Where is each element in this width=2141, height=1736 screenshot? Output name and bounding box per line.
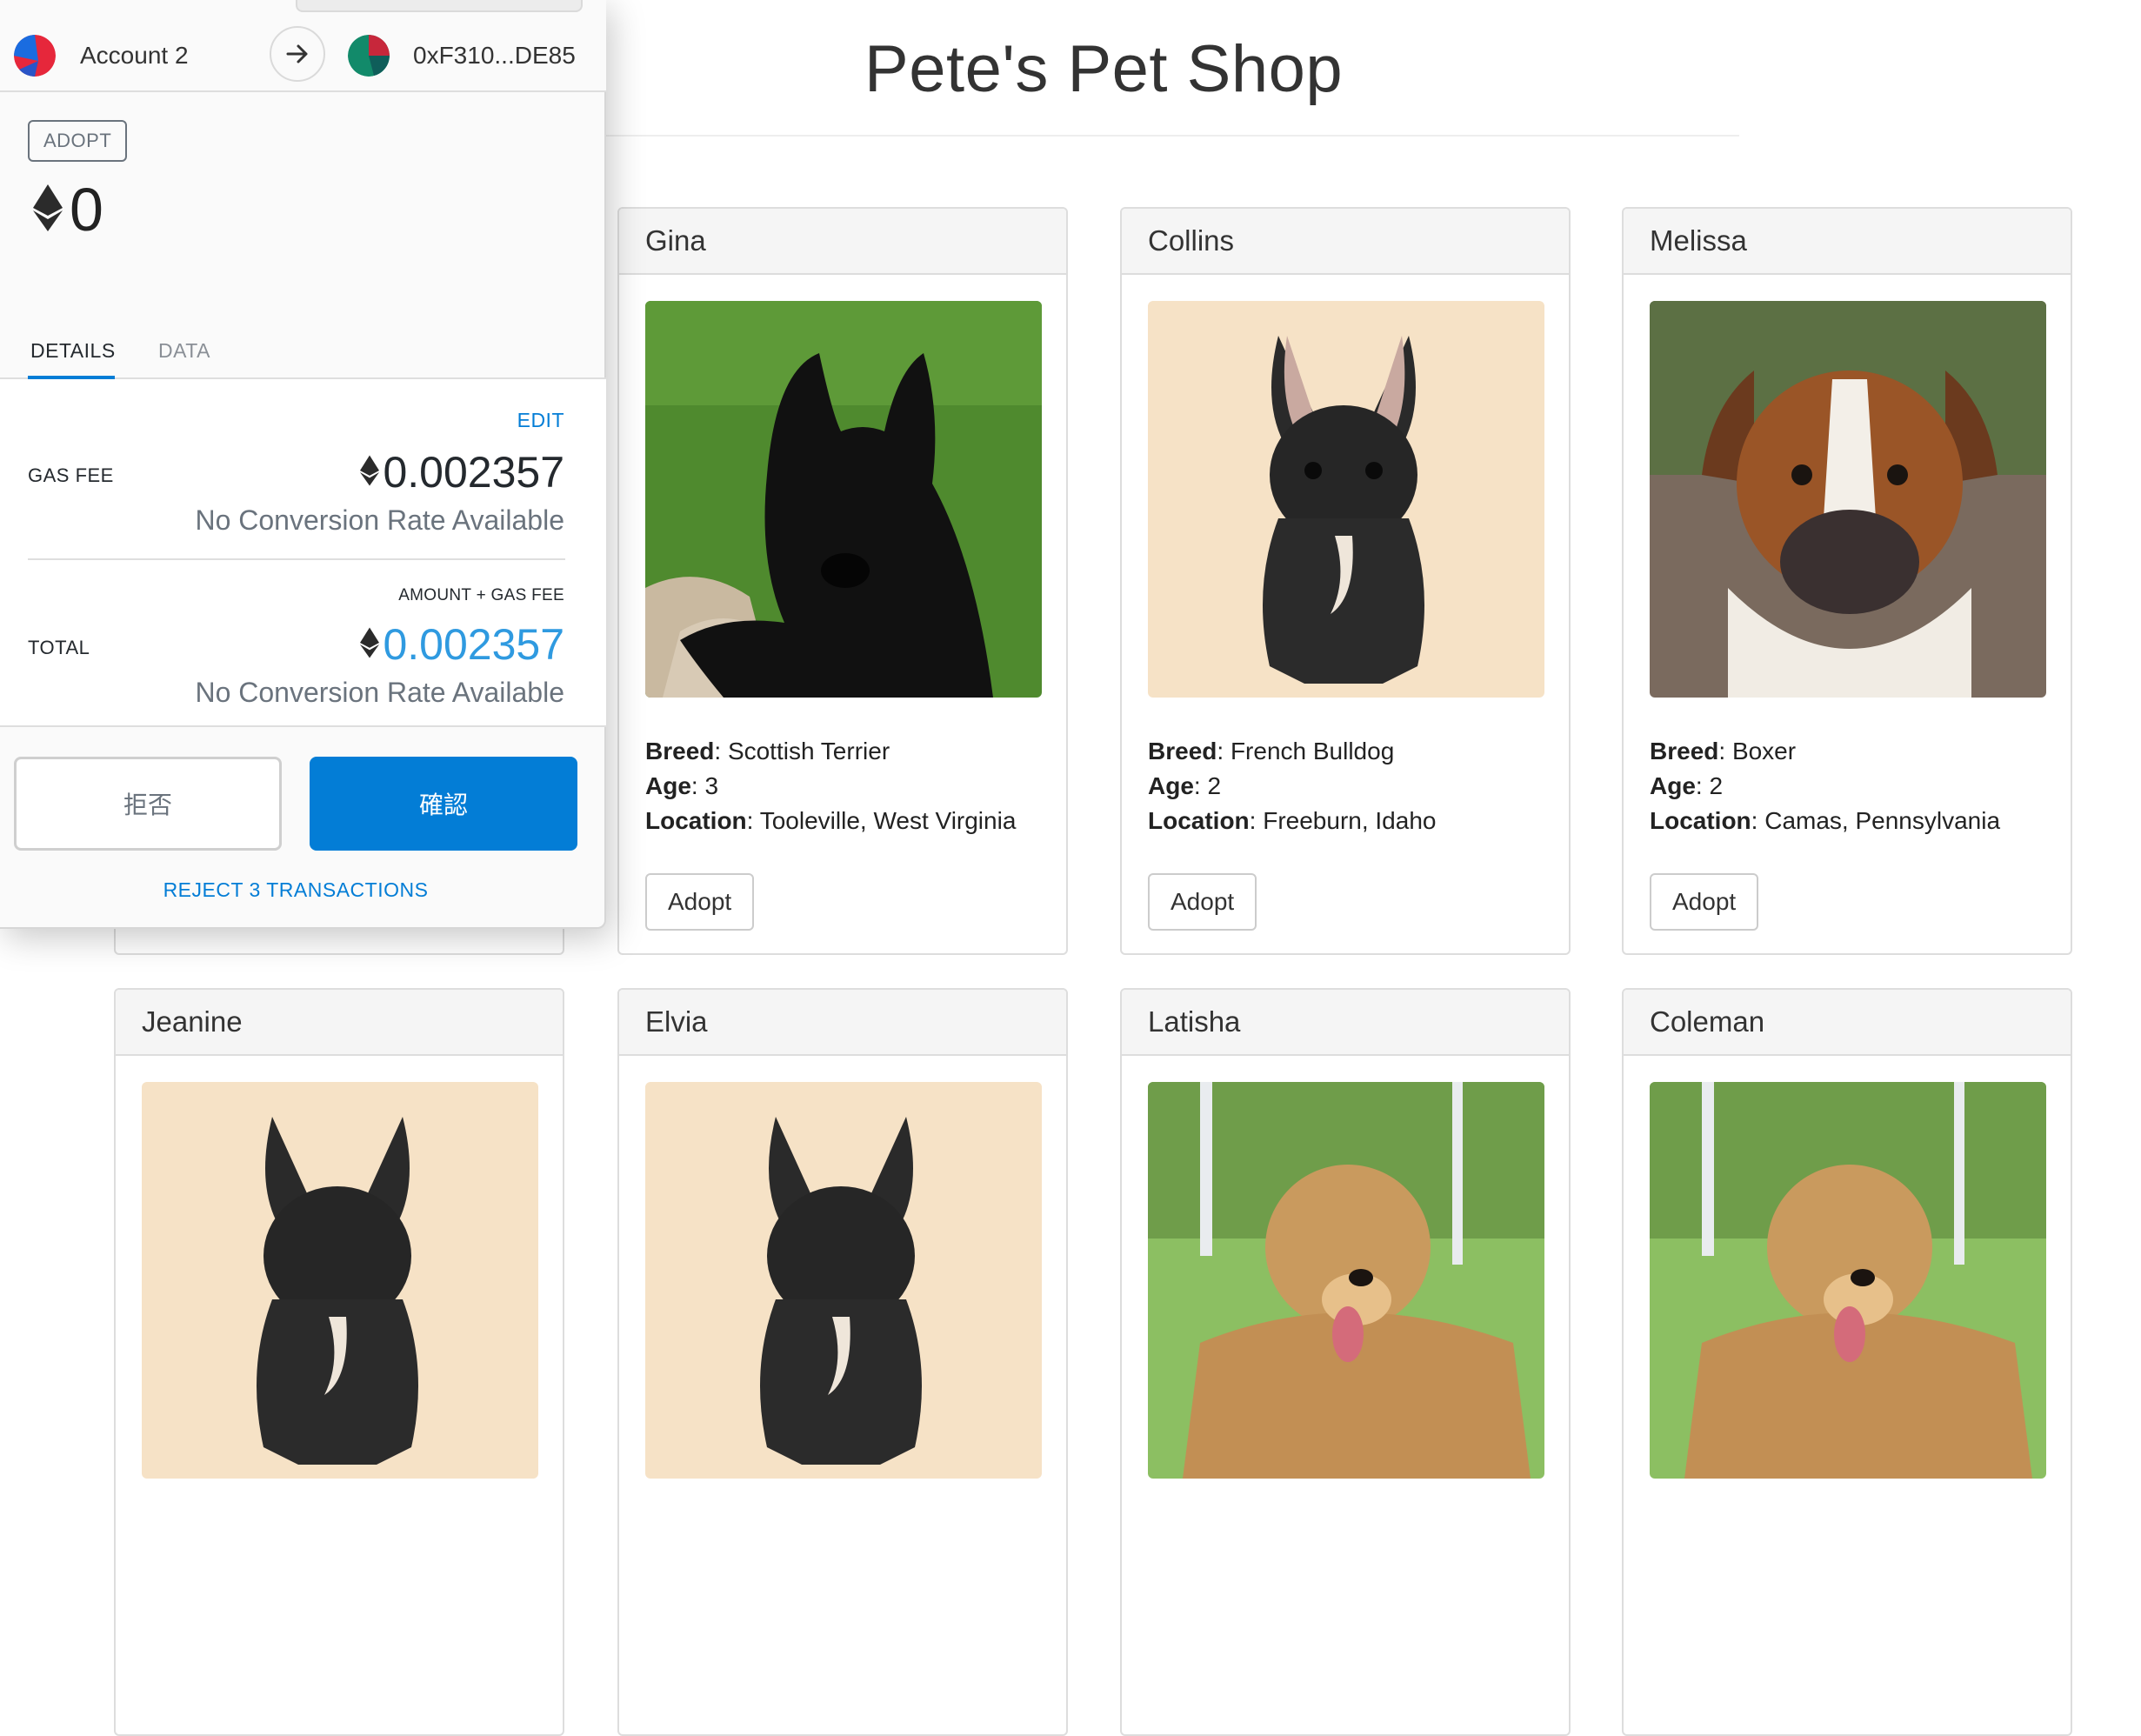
page-title: Pete's Pet Shop xyxy=(864,32,1344,106)
pet-breed: French Bulldog xyxy=(1230,738,1395,765)
breed-label: Breed xyxy=(1650,738,1719,765)
pet-name: Jeanine xyxy=(116,990,563,1056)
network-strip xyxy=(296,0,583,12)
pet-card: Collins Breed: French Bulldog Age: 2 Loc… xyxy=(1120,207,1571,955)
from-account-name[interactable]: Account 2 xyxy=(80,42,189,70)
amount-value: 0 xyxy=(70,176,103,244)
edit-gas-link[interactable]: EDIT xyxy=(517,409,564,432)
details-panel: EDIT GAS FEE 0.002357 No Conversion Rate… xyxy=(0,379,606,727)
scottish-terrier-photo xyxy=(645,301,1042,698)
total-label: TOTAL xyxy=(28,637,90,658)
address-identicon xyxy=(348,35,390,77)
transaction-amount: 0 xyxy=(33,179,103,240)
location-label: Location xyxy=(1650,807,1751,834)
gas-fee-value: 0.002357 xyxy=(360,451,564,494)
pet-breed: Scottish Terrier xyxy=(727,738,890,765)
gas-fee-label: GAS FEE xyxy=(28,464,114,486)
pet-age: 3 xyxy=(704,772,719,799)
pet-age: 2 xyxy=(1709,772,1724,799)
pet-location: Freeburn, Idaho xyxy=(1263,807,1437,834)
location-label: Location xyxy=(645,807,747,834)
title-divider xyxy=(606,135,1739,137)
total-conversion: No Conversion Rate Available xyxy=(195,677,564,708)
boxer-photo xyxy=(1650,301,2046,698)
age-label: Age xyxy=(1148,772,1194,799)
pet-card: Jeanine xyxy=(114,988,564,1736)
pet-details: Breed: Scottish Terrier Age: 3 Location:… xyxy=(645,738,1017,834)
pet-breed: Boxer xyxy=(1731,738,1797,765)
details-divider xyxy=(28,558,565,560)
total-amount: 0.002357 xyxy=(383,620,564,669)
pet-name: Melissa xyxy=(1624,209,2071,275)
tab-bar: DETAILS DATA xyxy=(0,327,606,379)
account-identicon xyxy=(14,35,56,77)
breed-label: Breed xyxy=(1148,738,1217,765)
gas-fee-amount: 0.002357 xyxy=(383,448,564,497)
pet-age: 2 xyxy=(1207,772,1222,799)
pet-card: Latisha xyxy=(1120,988,1571,1736)
adopt-button[interactable]: Adopt xyxy=(1650,873,1759,931)
reject-all-link[interactable]: REJECT 3 TRANSACTIONS xyxy=(0,878,591,902)
pet-name: Gina xyxy=(619,209,1066,275)
adopt-button[interactable]: Adopt xyxy=(1148,873,1257,931)
pet-location: Tooleville, West Virginia xyxy=(759,807,1017,834)
metamask-confirm-popup: Account 2 0xF310...DE85 ADOPT 0 DETAILS … xyxy=(0,0,606,929)
french-bulldog-photo xyxy=(1148,301,1544,698)
pet-details: Breed: French Bulldog Age: 2 Location: F… xyxy=(1148,738,1437,834)
french-bulldog-photo xyxy=(142,1082,538,1479)
pet-name: Coleman xyxy=(1624,990,2071,1056)
ethereum-icon xyxy=(360,455,380,491)
pet-card: Elvia xyxy=(617,988,1068,1736)
location-label: Location xyxy=(1148,807,1250,834)
golden-retriever-photo xyxy=(1650,1082,2046,1479)
french-bulldog-photo xyxy=(645,1082,1042,1479)
to-address[interactable]: 0xF310...DE85 xyxy=(413,42,576,70)
ethereum-icon xyxy=(360,627,380,663)
tab-data[interactable]: DATA xyxy=(158,339,210,363)
pet-name: Collins xyxy=(1122,209,1569,275)
golden-retriever-photo xyxy=(1148,1082,1544,1479)
reject-button[interactable]: 拒否 xyxy=(14,757,282,851)
total-value: 0.002357 xyxy=(360,623,564,666)
breed-label: Breed xyxy=(645,738,715,765)
method-badge: ADOPT xyxy=(28,120,128,162)
adopt-button[interactable]: Adopt xyxy=(645,873,755,931)
age-label: Age xyxy=(1650,772,1696,799)
pet-name: Elvia xyxy=(619,990,1066,1056)
gas-fee-conversion: No Conversion Rate Available xyxy=(195,504,564,536)
pet-name: Latisha xyxy=(1122,990,1569,1056)
account-bar: Account 2 0xF310...DE85 xyxy=(0,0,606,92)
age-label: Age xyxy=(645,772,691,799)
pet-card: Coleman xyxy=(1622,988,2072,1736)
arrow-right-icon xyxy=(270,26,325,82)
pet-details: Breed: Boxer Age: 2 Location: Camas, Pen… xyxy=(1650,738,2001,834)
total-heading: AMOUNT + GAS FEE xyxy=(398,586,564,604)
pet-location: Camas, Pennsylvania xyxy=(1764,807,2001,834)
confirm-button[interactable]: 確認 xyxy=(310,757,577,851)
pet-card: Melissa Breed: Boxer Age: 2 Location: Ca… xyxy=(1622,207,2072,955)
pet-card: Gina Breed: Scottish Terrier Age: 3 Loca… xyxy=(617,207,1068,955)
tab-details[interactable]: DETAILS xyxy=(30,339,116,363)
ethereum-icon xyxy=(33,184,63,236)
